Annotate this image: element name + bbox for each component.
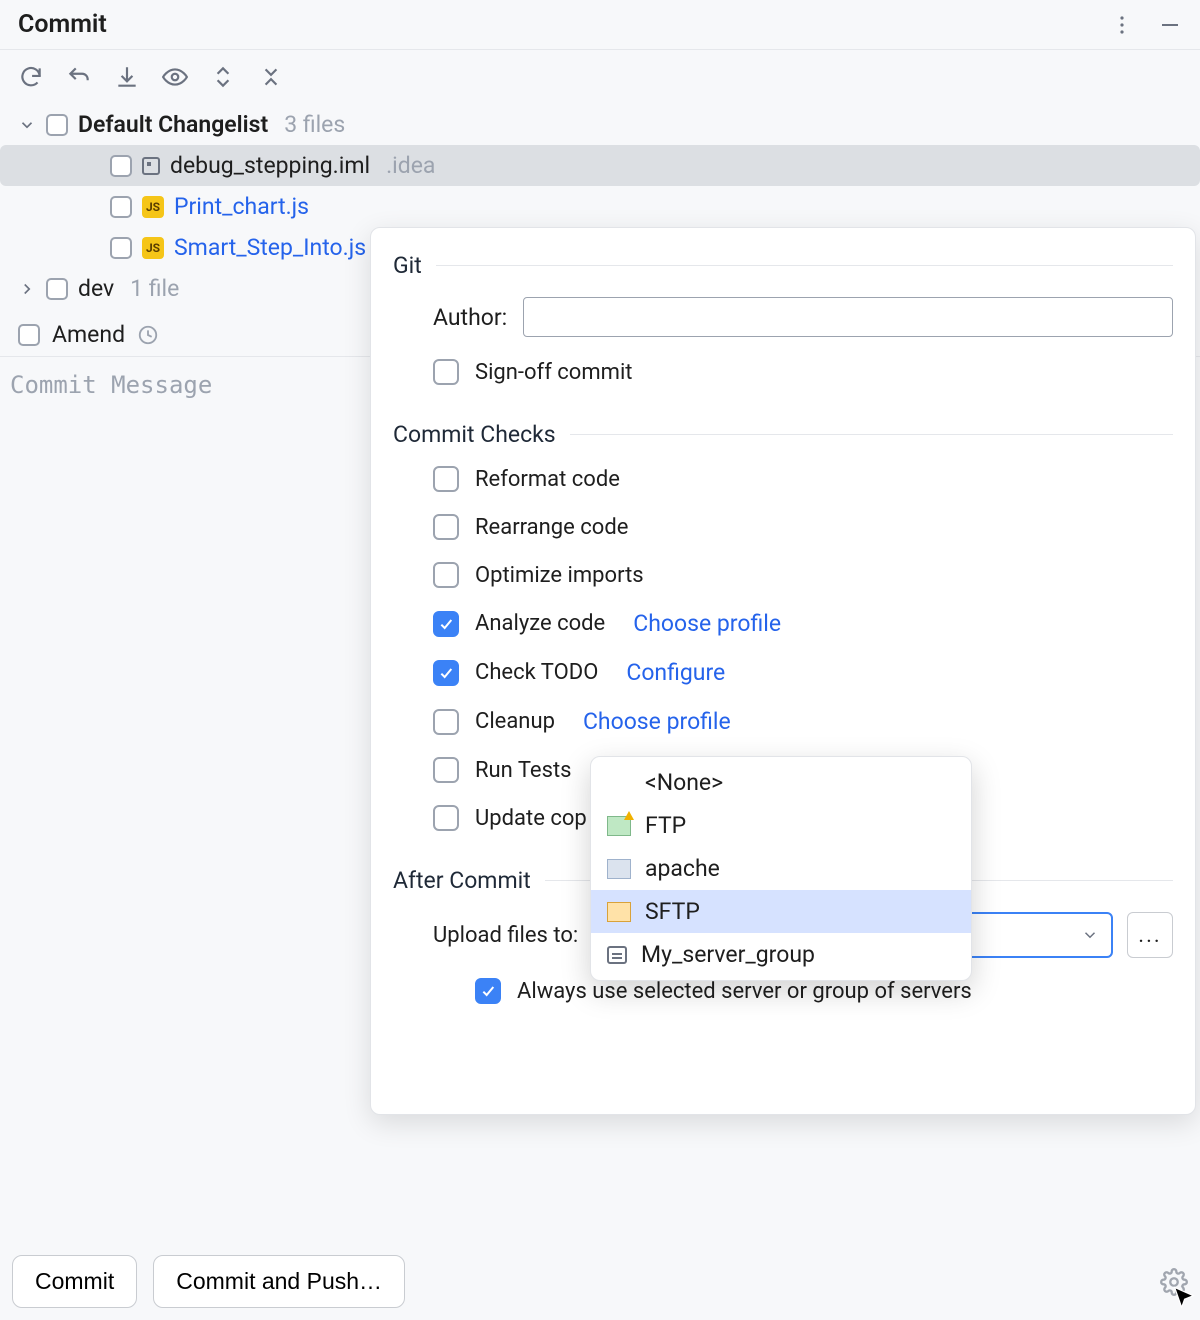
cleanup-checkbox[interactable] bbox=[433, 709, 459, 735]
file-checkbox[interactable] bbox=[110, 237, 132, 259]
toolbar bbox=[0, 50, 1200, 100]
optimize-checkbox[interactable] bbox=[433, 562, 459, 588]
rearrange-checkbox[interactable] bbox=[433, 514, 459, 540]
todo-checkbox[interactable] bbox=[433, 660, 459, 686]
mouse-cursor-icon bbox=[1170, 1284, 1198, 1318]
checks-section-header: Commit Checks bbox=[393, 421, 1173, 448]
file-checkbox[interactable] bbox=[110, 155, 132, 177]
file-checkbox[interactable] bbox=[110, 196, 132, 218]
cleanup-row[interactable]: Cleanup Choose profile bbox=[433, 708, 1173, 735]
server-group-icon bbox=[607, 946, 627, 964]
file-row[interactable]: debug_stepping.iml .idea bbox=[0, 145, 1200, 186]
file-name: Print_chart.js bbox=[174, 193, 309, 220]
rollback-icon[interactable] bbox=[66, 64, 92, 90]
changelist-node[interactable]: Default Changelist 3 files bbox=[18, 104, 1182, 145]
refresh-icon[interactable] bbox=[18, 64, 44, 90]
dropdown-item-ftp[interactable]: FTP bbox=[591, 804, 971, 847]
author-label: Author: bbox=[433, 304, 507, 331]
always-use-row[interactable]: Always use selected server or group of s… bbox=[433, 978, 1173, 1004]
js-file-icon: JS bbox=[142, 237, 164, 259]
runtests-checkbox[interactable] bbox=[433, 757, 459, 783]
reformat-checkbox[interactable] bbox=[433, 466, 459, 492]
js-file-icon: JS bbox=[142, 196, 164, 218]
sftp-icon bbox=[607, 902, 631, 922]
footer: Commit Commit and Push… bbox=[0, 1243, 1200, 1320]
changelist-checkbox[interactable] bbox=[46, 114, 68, 136]
amend-checkbox[interactable] bbox=[18, 324, 40, 346]
signoff-checkbox[interactable] bbox=[433, 359, 459, 385]
ftp-icon bbox=[607, 816, 631, 836]
git-section-header: Git bbox=[393, 252, 1173, 279]
reformat-row[interactable]: Reformat code bbox=[433, 466, 1173, 492]
eye-icon[interactable] bbox=[162, 64, 188, 90]
dev-checkbox[interactable] bbox=[46, 278, 68, 300]
update-copyright-checkbox[interactable] bbox=[433, 805, 459, 831]
signoff-row[interactable]: Sign-off commit bbox=[433, 359, 1173, 385]
rearrange-row[interactable]: Rearrange code bbox=[433, 514, 1173, 540]
dev-count: 1 file bbox=[130, 275, 179, 302]
iml-file-icon bbox=[142, 157, 160, 175]
upload-label: Upload files to: bbox=[433, 923, 578, 948]
file-name: Smart_Step_Into.js bbox=[174, 234, 366, 261]
commit-options-popover: Git Author: Sign-off commit Commit Check… bbox=[370, 227, 1196, 1115]
dropdown-item-group[interactable]: My_server_group bbox=[591, 933, 971, 976]
todo-row[interactable]: Check TODO Configure bbox=[433, 659, 1173, 686]
file-path: .idea bbox=[386, 152, 435, 179]
panel-title: Commit bbox=[18, 10, 107, 39]
signoff-label: Sign-off commit bbox=[475, 360, 633, 385]
always-use-label: Always use selected server or group of s… bbox=[517, 979, 972, 1004]
more-vertical-icon[interactable] bbox=[1110, 13, 1134, 37]
chevron-down-icon[interactable] bbox=[18, 116, 36, 134]
dropdown-item-apache[interactable]: apache bbox=[591, 847, 971, 890]
optimize-row[interactable]: Optimize imports bbox=[433, 562, 1173, 588]
commit-button[interactable]: Commit bbox=[12, 1255, 137, 1308]
amend-label: Amend bbox=[52, 321, 125, 348]
history-icon[interactable] bbox=[137, 324, 159, 346]
file-name: debug_stepping.iml bbox=[170, 152, 370, 179]
download-icon[interactable] bbox=[114, 64, 140, 90]
chevron-right-icon[interactable] bbox=[18, 280, 36, 298]
server-icon bbox=[607, 859, 631, 879]
cleanup-profile-link[interactable]: Choose profile bbox=[583, 708, 731, 735]
dev-label: dev bbox=[78, 275, 114, 302]
analyze-profile-link[interactable]: Choose profile bbox=[633, 610, 781, 637]
commit-and-push-button[interactable]: Commit and Push… bbox=[153, 1255, 405, 1308]
todo-configure-link[interactable]: Configure bbox=[626, 659, 725, 686]
changelist-label: Default Changelist bbox=[78, 111, 268, 138]
analyze-checkbox[interactable] bbox=[433, 611, 459, 637]
upload-more-button[interactable]: ... bbox=[1127, 912, 1173, 958]
upload-dropdown: <None> FTP apache SFTP My_server_group bbox=[590, 756, 972, 981]
collapse-all-icon[interactable] bbox=[258, 64, 284, 90]
minimize-icon[interactable] bbox=[1158, 13, 1182, 37]
dropdown-item-none[interactable]: <None> bbox=[591, 761, 971, 804]
always-use-checkbox[interactable] bbox=[475, 978, 501, 1004]
dropdown-item-sftp[interactable]: SFTP bbox=[591, 890, 971, 933]
expand-collapse-icon[interactable] bbox=[210, 64, 236, 90]
analyze-row[interactable]: Analyze code Choose profile bbox=[433, 610, 1173, 637]
author-input[interactable] bbox=[523, 297, 1173, 337]
author-row: Author: bbox=[433, 297, 1173, 337]
panel-header: Commit bbox=[0, 0, 1200, 50]
file-row[interactable]: JS Print_chart.js bbox=[18, 186, 1182, 227]
changelist-count: 3 files bbox=[284, 111, 345, 138]
chevron-down-icon bbox=[1081, 926, 1099, 944]
